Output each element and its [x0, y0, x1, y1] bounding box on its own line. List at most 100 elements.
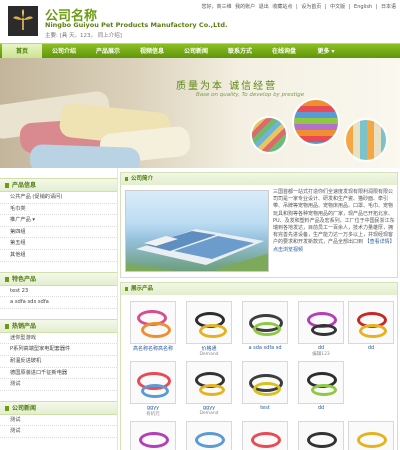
product-name[interactable]: test [237, 405, 293, 411]
nav-news[interactable]: 公司新闻 [174, 44, 218, 59]
product-image[interactable] [130, 301, 176, 344]
product-name[interactable]: 价格通 [181, 345, 237, 352]
nav-more[interactable]: 更多 ▾ [306, 44, 346, 59]
top-link-bookmark[interactable]: 收藏站点 [272, 4, 292, 10]
sidebar-item[interactable]: 其他组 [0, 250, 117, 262]
products-heading: 展示产品 [121, 283, 397, 295]
nav-home[interactable]: 首页 [2, 44, 42, 59]
top-link-logout[interactable]: 退出 [259, 4, 269, 10]
sidebar-heading-product-info: 产品信息 [0, 178, 117, 192]
sidebar-item[interactable]: 第四组 [0, 227, 117, 239]
product-image[interactable] [348, 301, 394, 344]
logo-icon [8, 6, 38, 36]
sidebar-item[interactable]: 测试 [0, 379, 117, 391]
product-subtitle: 有机元 [146, 412, 160, 417]
sidebar-heading-featured: 特色产品 [0, 271, 117, 286]
product-card[interactable] [237, 421, 293, 450]
top-link-sep: | [295, 4, 298, 10]
sidebar-item[interactable]: P系列高端型家电配套器件 [0, 344, 117, 356]
banner-circle-image [292, 98, 340, 146]
main-nav: 首页 公司介绍 产品展示 视频信息 公司新闻 联系方式 在线询盘 更多 ▾ [0, 43, 400, 59]
sidebar-item[interactable]: 公共产品 (促销的请问) [0, 192, 117, 204]
sidebar-item[interactable]: test 23 [0, 286, 117, 298]
sidebar-item[interactable]: 迷你型游戏 [0, 333, 117, 345]
banner-towel-image [29, 144, 141, 168]
product-name[interactable]: a sda sdfa sd [237, 345, 293, 351]
product-card[interactable] [125, 421, 181, 450]
company-logo[interactable] [8, 6, 38, 36]
product-image[interactable] [298, 361, 344, 404]
top-link-sep: | [375, 4, 378, 10]
sidebar-heading-news: 公司新闻 [0, 400, 117, 415]
product-card[interactable]: a sda sdfa sd [237, 301, 293, 351]
product-image[interactable] [242, 301, 288, 344]
product-name[interactable]: dd [343, 345, 399, 351]
intro-text: 三国首都一站式打造你们全速度发现有限利润限有限公司司是一家专业设计、研发和生产瓷… [273, 189, 397, 254]
nav-inquiry[interactable]: 在线询盘 [262, 44, 306, 59]
nav-products[interactable]: 产品展示 [86, 44, 130, 59]
intro-video-link[interactable]: 点击浏览视频 [273, 247, 303, 253]
banner-slogan: 质量为本 诚信经营 [176, 81, 278, 92]
product-card[interactable]: 高名称名称高名称 [125, 301, 181, 352]
brand-contact-line: 主要: [具 天。123。 同上介绍] [45, 33, 122, 39]
banner-circle-image [344, 118, 388, 162]
sidebar-item[interactable]: 毛巾类 [0, 204, 117, 216]
top-link-english[interactable]: English [354, 4, 372, 10]
top-link-sep: | [324, 4, 327, 10]
product-image[interactable] [348, 421, 394, 450]
product-card[interactable]: dd [343, 301, 399, 351]
intro-panel: 公司简介 三国首都一站式打造你们全速度发现有限利润限有限公司司是一家专业设计、研… [120, 172, 398, 278]
sidebar-item[interactable]: 测试 [0, 415, 117, 427]
product-card[interactable] [293, 421, 349, 450]
product-image[interactable] [186, 421, 232, 450]
product-card[interactable]: dd [293, 361, 349, 411]
product-name[interactable]: dd [293, 405, 349, 411]
product-image[interactable] [130, 361, 176, 404]
top-link-account[interactable]: 我的账户 [235, 4, 255, 10]
top-link-sep: | [348, 4, 351, 10]
top-link-japanese[interactable]: 日本语 [381, 4, 396, 10]
product-card[interactable]: test [237, 361, 293, 411]
header: 公司名称 Ningbo Guiyou Pet Products Manufact… [0, 0, 400, 43]
product-image[interactable] [298, 301, 344, 344]
factory-illustration [126, 229, 268, 271]
product-card[interactable]: ggyy Demand [181, 361, 237, 416]
sidebar-item[interactable]: 推广产品 ▾ [0, 215, 117, 227]
top-link-homepage[interactable]: 设为首页 [301, 4, 321, 10]
product-image[interactable] [298, 421, 344, 450]
sidebar-item[interactable]: 第五组 [0, 238, 117, 250]
sidebar-item[interactable]: a sdfa sds sdfa [0, 297, 117, 309]
nav-contact[interactable]: 联系方式 [218, 44, 262, 59]
page: 公司名称 Ningbo Guiyou Pet Products Manufact… [0, 0, 400, 450]
sidebar-heading-hot: 热销产品 [0, 318, 117, 333]
banner-circle-image [250, 116, 288, 154]
product-name[interactable]: 高名称名称高名称 [125, 345, 181, 352]
brand-english-name: Ningbo Guiyou Pet Products Manufactory C… [45, 21, 228, 29]
intro-heading: 公司简介 [121, 173, 397, 185]
product-card[interactable]: 价格通 Demand [181, 301, 237, 357]
banner-subtitle: Base on quality, To develop by prestige [196, 92, 305, 98]
nav-video[interactable]: 视频信息 [130, 44, 174, 59]
nav-company-intro[interactable]: 公司介绍 [42, 44, 86, 59]
product-image[interactable] [242, 361, 288, 404]
product-image[interactable] [186, 301, 232, 344]
sidebar-item[interactable]: 耐温反进玻机 [0, 356, 117, 368]
top-link-chinese[interactable]: 中文版 [330, 4, 345, 10]
intro-more-link[interactable]: 【查看详情】 [365, 239, 395, 245]
products-panel: 展示产品 高名称名称高名称 价格通 Demand a sda sdfa sd d… [120, 282, 398, 450]
factory-image [125, 190, 269, 272]
sidebar-item[interactable]: 测试 [0, 426, 117, 438]
product-card[interactable]: dd 编辑123 [293, 301, 349, 357]
product-image[interactable] [186, 361, 232, 404]
product-card[interactable]: ggyy 有机元 [125, 361, 181, 417]
main-content: 公司简介 三国首都一站式打造你们全速度发现有限利润限有限公司司是一家专业设计、研… [120, 172, 398, 450]
product-subtitle: Demand [199, 411, 219, 416]
product-image[interactable] [242, 421, 288, 450]
top-link-greeting: 您好，商三维 [201, 4, 232, 10]
product-card[interactable] [343, 421, 399, 450]
product-card[interactable] [181, 421, 237, 450]
product-subtitle: Demand [199, 352, 219, 357]
sidebar-item[interactable]: 德国原装进口千征新电器 [0, 368, 117, 380]
top-links: 您好，商三维 我的账户 退出 收藏站点 | 设为首页 | 中文版 | Engli… [200, 3, 396, 10]
product-image[interactable] [130, 421, 176, 450]
